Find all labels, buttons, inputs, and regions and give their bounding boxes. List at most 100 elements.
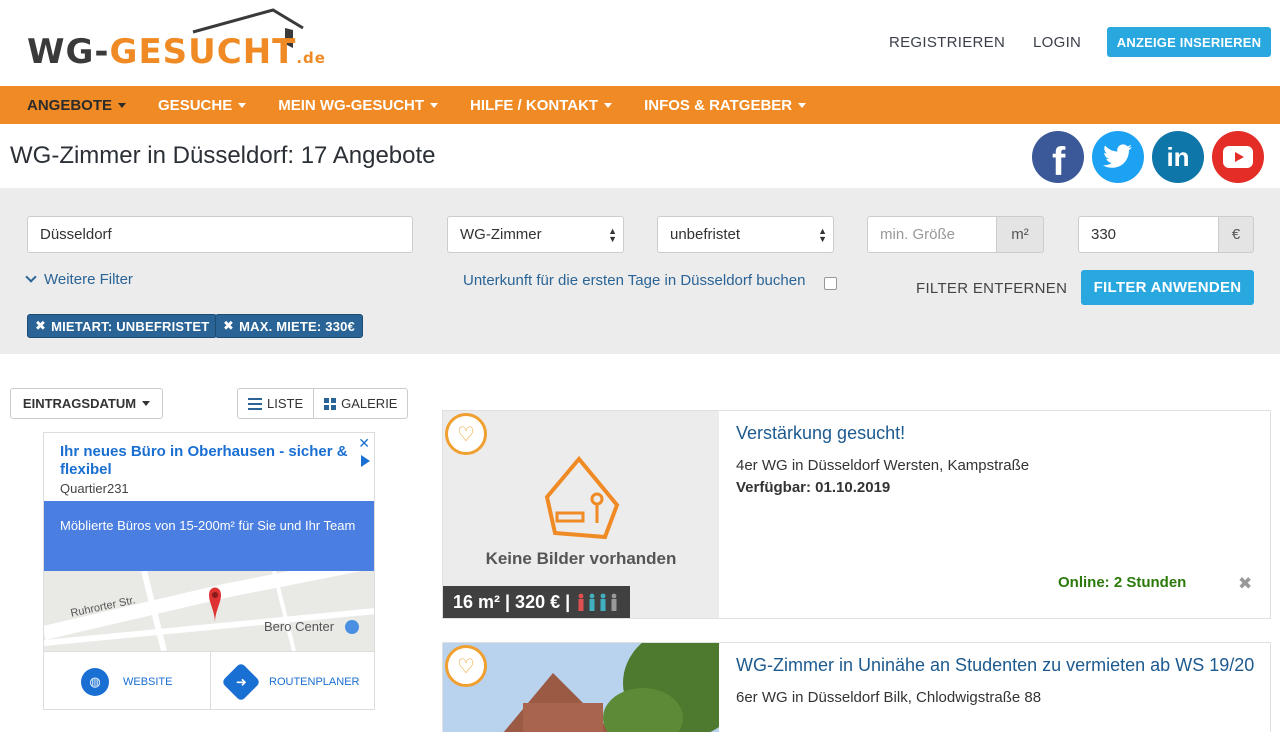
flatmates-icon <box>578 593 617 611</box>
remove-tag-icon: ✖ <box>35 318 47 333</box>
nav-item-hilfe-kontakt[interactable]: HILFE / KONTAKT <box>470 96 613 114</box>
caret-down-icon <box>238 102 247 108</box>
list-view-label: LISTE <box>267 396 304 411</box>
close-icon[interactable]: ✕ <box>358 435 370 452</box>
rent-type-select-value: unbefristet <box>670 226 741 243</box>
twitter-icon[interactable] <box>1092 131 1144 183</box>
apply-filters-button[interactable]: FILTER ANWENDEN <box>1081 270 1254 305</box>
caret-down-icon <box>118 102 127 108</box>
tag-label: MAX. MIETE: 330€ <box>239 318 355 334</box>
gallery-view-label: GALERIE <box>341 396 398 411</box>
max-rent-value: 330 <box>1091 226 1117 243</box>
ad-website-label: WEBSITE <box>122 675 173 688</box>
ad-advertiser: Quartier231 <box>60 481 129 496</box>
more-filters-label: Weitere Filter <box>44 271 133 288</box>
ad-panel[interactable]: Ihr neues Büro in Oberhausen - sicher & … <box>43 432 375 710</box>
caret-down-icon <box>798 102 807 108</box>
facebook-glyph: f <box>1052 140 1066 183</box>
nav-item-gesuche[interactable]: GESUCHE <box>158 96 247 114</box>
listing-card[interactable]: Keine Bilder vorhanden 16 m² | 320 € | ♡… <box>442 410 1271 619</box>
more-filters-toggle[interactable]: Weitere Filter <box>25 271 133 288</box>
favorite-heart-icon[interactable]: ♡ <box>445 413 487 455</box>
min-size-placeholder: min. Größe <box>880 226 956 243</box>
no-image-text: Keine Bilder vorhanden <box>485 549 677 568</box>
nav-item-label: INFOS & RATGEBER <box>644 96 793 114</box>
ad-website-button[interactable]: ◍ WEBSITE <box>44 652 210 709</box>
ad-map[interactable]: Ruhrorter Str. Bero Center <box>44 571 374 651</box>
size-unit-addon: m² <box>996 216 1044 253</box>
active-filter-tag[interactable]: ✖ MAX. MIETE: 330€ <box>215 314 363 338</box>
caret-down-icon <box>142 401 151 406</box>
stay-booking-link[interactable]: Unterkunft für die ersten Tage in Düssel… <box>463 272 805 289</box>
caret-down-icon <box>604 102 613 108</box>
stay-booking-checkbox[interactable] <box>824 277 837 290</box>
select-arrows-icon: ▲ ▼ <box>818 226 827 244</box>
directions-icon: ➜ <box>221 661 261 702</box>
nav-item-infos-ratgeber[interactable]: INFOS & RATGEBER <box>644 96 807 114</box>
nav-item-mein-wg-gesucht[interactable]: MEIN WG-GESUCHT <box>278 97 439 114</box>
nav-item-label: HILFE / KONTAKT <box>470 96 599 114</box>
size-unit-label: m² <box>1011 226 1029 243</box>
insert-ad-button[interactable]: ANZEIGE INSERIEREN <box>1107 27 1271 57</box>
site-header: WG-GESUCHT.de REGISTRIEREN LOGIN ANZEIGE… <box>0 0 1280 86</box>
active-filter-tag[interactable]: ✖ MIETART: UNBEFRISTET <box>27 314 218 338</box>
adchoices-icon[interactable] <box>361 455 370 467</box>
gallery-view-button[interactable]: GALERIE <box>313 389 407 418</box>
nav-item-label: GESUCHE <box>158 96 233 114</box>
rent-type-select[interactable]: unbefristet ▲ ▼ <box>657 216 834 253</box>
listing-size-price: 16 m² | 320 € | <box>453 591 571 612</box>
list-view-button[interactable]: LISTE <box>238 389 313 418</box>
tag-label: MIETART: UNBEFRISTET <box>51 318 210 334</box>
logo-part-wg: WG- <box>27 32 110 72</box>
listing-description: 6er WG in Düsseldorf Bilk, Chlodwigstraß… <box>736 689 1042 706</box>
grid-icon <box>324 397 337 410</box>
ad-route-label: ROUTENPLANER <box>269 675 360 688</box>
logo-part-gesucht: GESUCHT <box>109 32 297 72</box>
youtube-icon[interactable] <box>1212 131 1264 183</box>
category-select[interactable]: WG-Zimmer ▲ ▼ <box>447 216 624 253</box>
login-link[interactable]: LOGIN <box>1033 34 1081 51</box>
ad-route-button[interactable]: ➜ ROUTENPLANER <box>209 652 375 709</box>
map-place-label: Bero Center <box>264 619 335 634</box>
currency-addon: € <box>1218 216 1254 253</box>
ad-footer: ◍ WEBSITE ➜ ROUTENPLANER <box>44 651 375 709</box>
remove-tag-icon: ✖ <box>223 318 235 333</box>
ad-title[interactable]: Ihr neues Büro in Oberhausen - sicher & … <box>60 443 350 479</box>
globe-icon: ◍ <box>80 667 109 696</box>
remove-filters-button[interactable]: FILTER ENTFERNEN <box>916 280 1067 297</box>
sort-dropdown[interactable]: EINTRAGSDATUM <box>10 388 163 419</box>
caret-down-icon <box>430 102 439 108</box>
linkedin-glyph: in <box>1166 141 1190 172</box>
listing-card[interactable]: ♡ WG-Zimmer in Uninähe an Studenten zu v… <box>442 642 1271 732</box>
listing-description: 4er WG in Düsseldorf Wersten, Kampstraße <box>736 457 1030 474</box>
view-toggle: LISTE GALERIE <box>237 388 409 419</box>
register-link[interactable]: REGISTRIEREN <box>889 34 1005 51</box>
min-size-input[interactable]: min. Größe <box>867 216 997 253</box>
logo-wordmark: WG-GESUCHT.de <box>27 32 326 72</box>
max-rent-input[interactable]: 330 <box>1078 216 1219 253</box>
twitter-bird-glyph <box>1103 144 1132 168</box>
select-arrows-icon: ▲ ▼ <box>608 226 617 244</box>
ad-body[interactable]: Möblierte Büros von 15-200m² für Sie und… <box>44 501 374 571</box>
city-input-value: Düsseldorf <box>40 226 112 243</box>
city-input[interactable]: Düsseldorf <box>27 216 413 253</box>
svg-text:f: f <box>1052 140 1066 183</box>
linkedin-icon[interactable]: in <box>1152 131 1204 183</box>
category-select-value: WG-Zimmer <box>460 226 542 243</box>
listing-availability: Verfügbar: 01.10.2019 <box>736 479 891 496</box>
house-placeholder-icon <box>544 455 620 540</box>
favorite-heart-icon[interactable]: ♡ <box>445 645 487 687</box>
chevron-down-icon <box>25 271 37 283</box>
site-logo[interactable]: WG-GESUCHT.de <box>27 8 325 74</box>
listing-title[interactable]: WG-Zimmer in Uninähe an Studenten zu ver… <box>736 655 1254 676</box>
nav-item-label: ANGEBOTE <box>27 96 113 114</box>
page-title: WG-Zimmer in Düsseldorf: 17 Angebote <box>10 142 436 169</box>
hide-listing-icon[interactable]: ✖ <box>1238 574 1252 594</box>
facebook-icon[interactable]: f <box>1032 131 1084 183</box>
listing-online-status: Online: 2 Stunden <box>1058 574 1187 591</box>
currency-label: € <box>1231 226 1241 243</box>
logo-suffix: .de <box>296 49 326 67</box>
nav-item-angebote[interactable]: ANGEBOTE <box>27 96 127 114</box>
listing-title[interactable]: Verstärkung gesucht! <box>736 423 905 444</box>
list-icon <box>248 397 262 410</box>
